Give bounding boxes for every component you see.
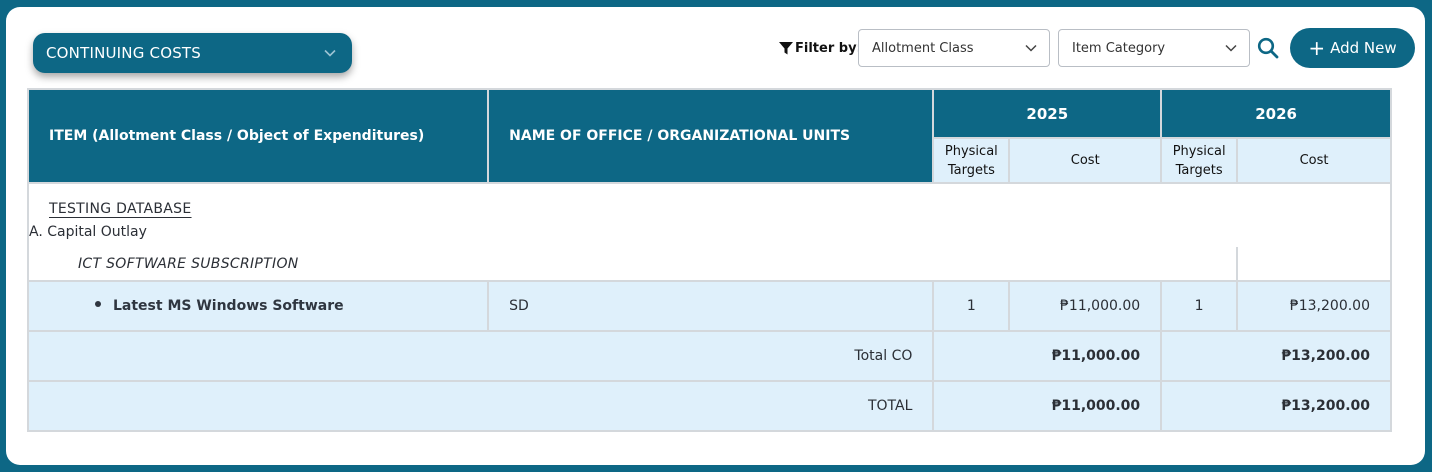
search-button[interactable] — [1256, 36, 1280, 60]
header-item: ITEM (Allotment Class / Object of Expend… — [26, 88, 490, 184]
search-icon — [1257, 37, 1279, 59]
database-row: TESTING DATABASE — [27, 183, 1392, 217]
filter-label-text: Filter by: — [795, 40, 862, 56]
total-2025: ₱11,000.00 — [932, 380, 1163, 432]
allotment-class-dropdown[interactable]: Allotment Class — [858, 29, 1050, 67]
section-select-label: CONTINUING COSTS — [46, 44, 202, 62]
filter-label: Filter by: — [779, 37, 862, 59]
item-name-cell: Latest MS Windows Software — [26, 280, 490, 332]
total-2026: ₱13,200.00 — [1160, 380, 1392, 432]
item-2026-cost: ₱13,200.00 — [1236, 280, 1392, 332]
header-year-2025: 2025 — [932, 87, 1163, 140]
allotment-class-value: Allotment Class — [872, 40, 974, 56]
category-row: ICT SOFTWARE SUBSCRIPTION — [26, 247, 1238, 281]
item-name: Latest MS Windows Software — [113, 298, 344, 314]
allotment-class-row: A. Capital Outlay — [27, 217, 1392, 247]
category-gap-cell — [1236, 247, 1392, 281]
header-office: NAME OF OFFICE / ORGANIZATIONAL UNITS — [487, 88, 935, 184]
item-2025-cost: ₱11,000.00 — [1008, 280, 1163, 332]
add-new-label: Add New — [1330, 39, 1397, 57]
total-label: TOTAL — [26, 380, 935, 432]
item-category-dropdown[interactable]: Item Category — [1058, 29, 1250, 67]
database-name: TESTING DATABASE — [49, 201, 192, 217]
continuing-costs-table: ITEM (Allotment Class / Object of Expend… — [26, 87, 1392, 432]
add-new-button[interactable]: + Add New — [1290, 28, 1415, 68]
table-row[interactable]: Latest MS Windows Software SD 1 ₱11,000.… — [26, 280, 1392, 332]
header-physical-targets: Physical Targets — [1160, 137, 1239, 184]
header-year-2026: 2026 — [1160, 87, 1392, 140]
filter-icon — [779, 41, 793, 54]
plus-icon: + — [1308, 36, 1326, 60]
subtotal-label: Total CO — [26, 330, 935, 382]
section-select[interactable]: CONTINUING COSTS — [33, 33, 352, 73]
chevron-down-icon — [1023, 40, 1039, 56]
total-row: TOTAL ₱11,000.00 ₱13,200.00 — [26, 380, 1392, 432]
chevron-down-icon — [1223, 40, 1239, 56]
chevron-down-icon — [322, 45, 338, 61]
header-cost: Cost — [1008, 137, 1163, 184]
subtotal-row: Total CO ₱11,000.00 ₱13,200.00 — [26, 330, 1392, 382]
item-2025-targets: 1 — [932, 280, 1011, 332]
subtotal-2025: ₱11,000.00 — [932, 330, 1163, 382]
item-2026-targets: 1 — [1160, 280, 1239, 332]
header-physical-targets: Physical Targets — [932, 137, 1011, 184]
header-cost: Cost — [1236, 137, 1392, 184]
item-category-value: Item Category — [1072, 40, 1166, 56]
bullet-icon — [95, 301, 101, 307]
subtotal-2026: ₱13,200.00 — [1160, 330, 1392, 382]
item-office: SD — [487, 280, 935, 332]
